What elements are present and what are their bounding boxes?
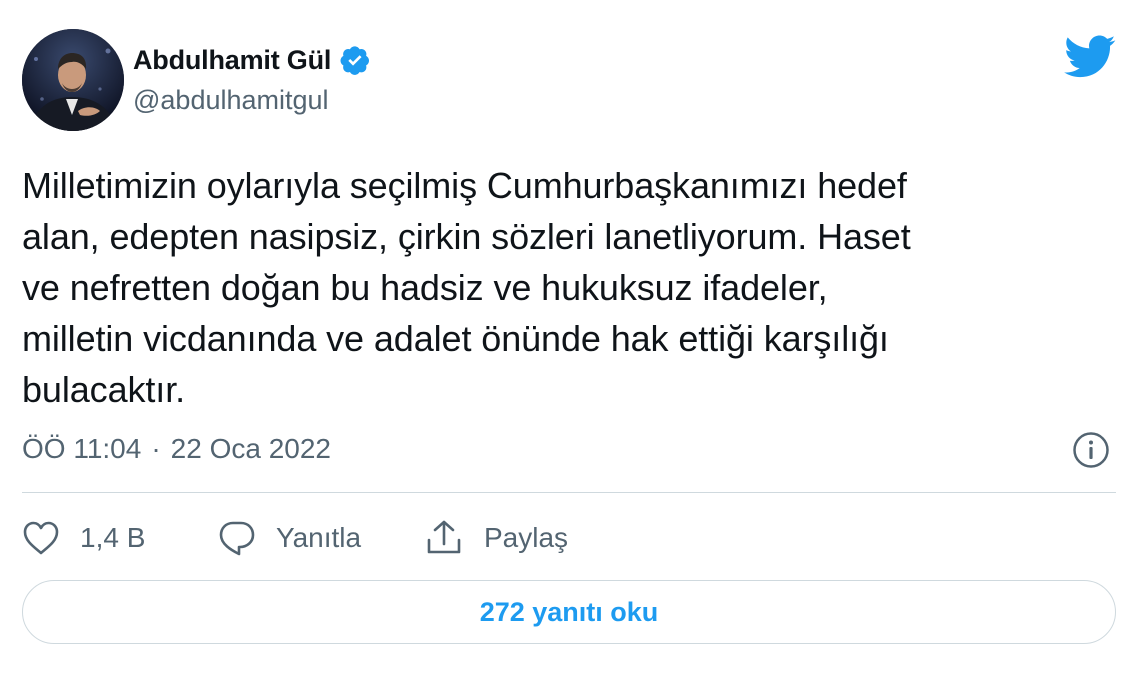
tweet-timestamp[interactable]: ÖÖ 11:04 · 22 Oca 2022	[22, 431, 331, 467]
share-icon	[424, 518, 464, 558]
divider	[22, 492, 1116, 493]
twitter-bird-icon[interactable]	[1064, 35, 1116, 79]
reply-label: Yanıtla	[276, 522, 362, 553]
read-replies-label: 272 yanıtı oku	[479, 596, 659, 627]
tweet-date: 22 Oca 2022	[170, 433, 331, 464]
author-handle[interactable]: @abdulhamitgul	[133, 85, 329, 116]
avatar-photo-icon	[22, 29, 124, 131]
meta-separator: ·	[151, 433, 161, 464]
like-count: 1,4 B	[80, 522, 146, 553]
share-button[interactable]: Paylaş	[424, 518, 568, 558]
share-label: Paylaş	[484, 522, 569, 553]
tweet-card: Abdulhamit Gül @abdulhamitgul Milletimiz…	[0, 0, 1132, 678]
read-replies-button[interactable]: 272 yanıtı oku	[22, 580, 1116, 644]
like-button[interactable]: 1,4 B	[22, 520, 218, 556]
display-name[interactable]: Abdulhamit Gül	[133, 45, 331, 76]
heart-icon	[22, 520, 60, 556]
tweet-time: ÖÖ 11:04	[22, 433, 142, 464]
author-name-row: Abdulhamit Gül	[133, 40, 371, 80]
verified-badge-icon	[339, 44, 371, 76]
info-icon[interactable]	[1072, 431, 1110, 469]
action-bar: 1,4 B Yanıtla Paylaş	[22, 516, 568, 560]
reply-button[interactable]: Yanıtla	[218, 519, 424, 557]
avatar[interactable]	[22, 29, 124, 131]
tweet-text: Milletimizin oylarıyla seçilmiş Cumhurba…	[22, 165, 911, 410]
speech-bubble-icon	[218, 519, 256, 557]
